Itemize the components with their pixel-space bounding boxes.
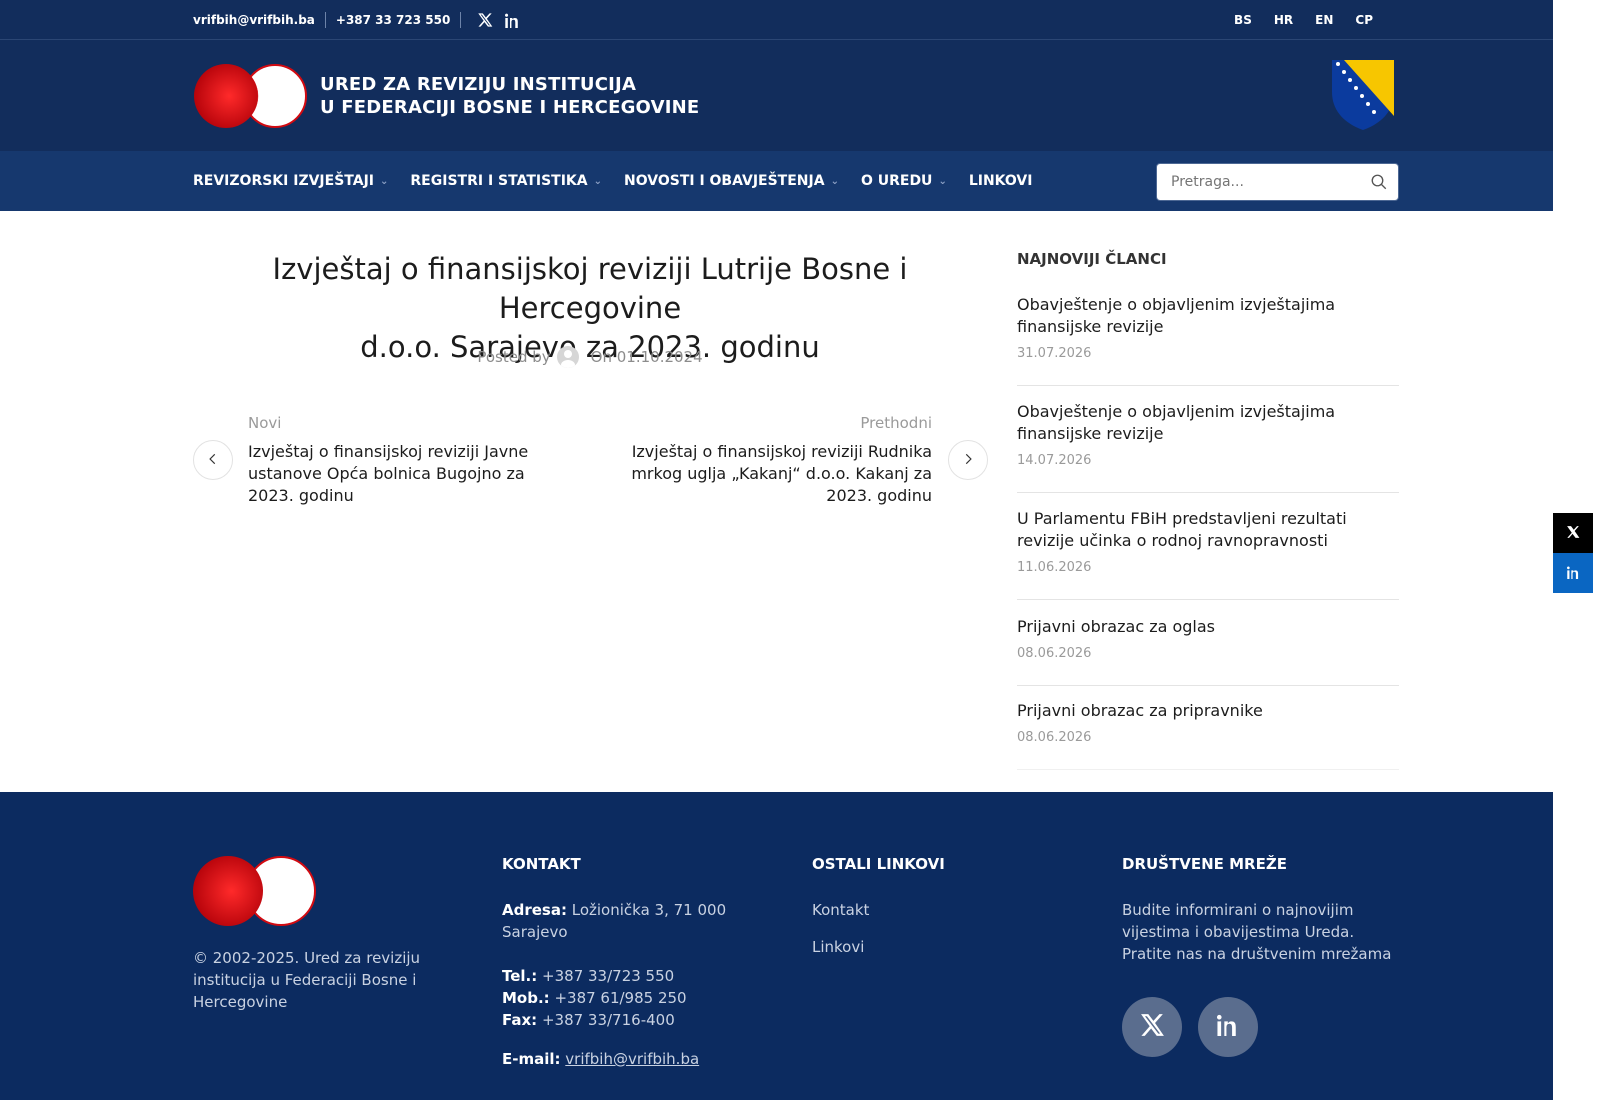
tel-label: Tel.: [502,967,538,985]
nav-label: REVIZORSKI IZVJEŠTAJI [193,173,375,189]
search-input[interactable] [1157,164,1357,200]
nav-item-o-uredu[interactable]: O UREDU ⌄ [861,173,947,189]
chevron-down-icon: ⌄ [380,175,389,187]
contact-address: Adresa: Ložionička 3, 71 000 Sarajevo [502,899,752,943]
topbar-social [477,12,520,28]
sidebar-article[interactable]: Prijavni obrazac za pripravnike 08.06.20… [1017,700,1399,770]
social-text: Budite informirani o najnovijim vijestim… [1122,901,1392,963]
lang-cp[interactable]: CP [1355,13,1373,27]
logo-icon[interactable] [193,63,309,129]
topbar-email-link[interactable]: vrifbih@vrifbih.ba [193,13,315,27]
sidebar-article[interactable]: U Parlamentu FBiH predstavljeni rezultat… [1017,508,1399,600]
nav-item-novosti-i-obavjestenja[interactable]: NOVOSTI I OBAVJEŠTENJA ⌄ [624,173,839,189]
copyright-text: © 2002-2025. Ured za reviziju institucij… [193,949,421,1011]
sidebar-article-title[interactable]: Prijavni obrazac za oglas [1017,616,1399,638]
chevron-left-icon [206,451,220,470]
article-title-line-1: Izvještaj o finansijskoj reviziji Lutrij… [272,252,908,325]
share-x-button[interactable] [1553,513,1593,553]
nav-items: REVIZORSKI IZVJEŠTAJI ⌄ REGISTRI I STATI… [193,151,1032,211]
nav-item-revizorski-izvjestaji[interactable]: REVIZORSKI IZVJEŠTAJI ⌄ [193,173,388,189]
sidebar-article-title[interactable]: Prijavni obrazac za pripravnike [1017,700,1399,722]
sidebar-article-date: 08.06.2026 [1017,646,1092,661]
posted-by-label: Posted by [477,348,551,366]
previous-post-button[interactable] [193,440,233,480]
sidebar-article-date: 31.07.2026 [1017,346,1092,361]
site-footer: © 2002-2025. Ured za reviziju institucij… [0,792,1553,1100]
sidebar-article-date: 08.06.2026 [1017,730,1092,745]
sidebar-article-title[interactable]: U Parlamentu FBiH predstavljeni rezultat… [1017,508,1399,552]
topbar-phone-link[interactable]: +387 33 723 550 [336,13,450,27]
chevron-right-icon [961,451,975,470]
lang-hr[interactable]: HR [1274,13,1293,27]
nav-label: REGISTRI I STATISTIKA [410,173,588,189]
sidebar-article-date: 14.07.2026 [1017,453,1092,468]
avatar [556,346,579,368]
post-date: On 01.10.2024 [590,348,703,366]
footer-link-kontakt[interactable]: Kontakt [812,899,869,921]
sidebar-article[interactable]: Obavještenje o objavljenim izvještajima … [1017,401,1399,493]
chevron-down-icon: ⌄ [830,175,839,187]
linkedin-icon[interactable] [505,13,520,28]
lang-en[interactable]: EN [1315,13,1333,27]
logo-text[interactable]: URED ZA REVIZIJU INSTITUCIJA U FEDERACIJ… [320,73,699,119]
site-header: URED ZA REVIZIJU INSTITUCIJA U FEDERACIJ… [0,40,1553,151]
top-bar: vrifbih@vrifbih.ba +387 33 723 550 BS HR… [0,0,1553,40]
x-icon [1139,1012,1165,1042]
share-linkedin-button[interactable] [1553,553,1593,593]
latest-articles-sidebar: NAJNOVIJI ČLANCI Obavještenje o objavlje… [1017,250,1399,770]
newer-post-label: Novi [248,414,282,432]
sidebar-article-date: 11.06.2026 [1017,560,1092,575]
contact-email: E-mail: vrifbih@vrifbih.ba [502,1048,752,1070]
contact-strip: vrifbih@vrifbih.ba +387 33 723 550 [193,0,520,40]
logo-line-1: URED ZA REVIZIJU INSTITUCIJA [320,74,637,95]
sidebar-article[interactable]: Obavještenje o objavljenim izvještajima … [1017,294,1399,386]
footer-linkedin-button[interactable] [1198,997,1258,1057]
footer-logo-icon[interactable] [193,855,317,927]
mob-label: Mob.: [502,989,550,1007]
coat-of-arms-icon [1332,60,1394,130]
article-meta: Posted by On 01.10.2024 [193,346,987,368]
nav-label: NOVOSTI I OBAVJEŠTENJA [624,173,825,189]
address-label: Adresa: [502,901,567,919]
search-box [1156,163,1399,201]
chevron-down-icon: ⌄ [938,175,947,187]
footer-x-button[interactable] [1122,997,1182,1057]
main-nav: REVIZORSKI IZVJEŠTAJI ⌄ REGISTRI I STATI… [0,151,1553,211]
fax-value: +387 33/716-400 [541,1011,675,1029]
footer-email-link[interactable]: vrifbih@vrifbih.ba [565,1050,699,1068]
divider [460,12,462,28]
footer-link-linkovi[interactable]: Linkovi [812,936,864,958]
search-icon[interactable] [1370,173,1388,195]
chevron-down-icon: ⌄ [593,175,602,187]
older-post-link[interactable]: Izvještaj o finansijskoj reviziji Rudnik… [610,441,932,507]
sidebar-heading: NAJNOVIJI ČLANCI [1017,250,1167,268]
tel-value[interactable]: +387 33/723 550 [542,967,674,985]
mob-value[interactable]: +387 61/985 250 [554,989,686,1007]
next-post-button[interactable] [948,440,988,480]
x-icon [1566,524,1580,543]
linkedin-icon [1217,1014,1239,1040]
nav-item-registri-i-statistika[interactable]: REGISTRI I STATISTIKA ⌄ [410,173,602,189]
fax-label: Fax: [502,1011,538,1029]
divider [324,12,326,28]
lang-bs[interactable]: BS [1234,13,1252,27]
footer-heading-drustvene-mreze: DRUŠTVENE MREŽE [1122,855,1287,873]
newer-post-link[interactable]: Izvještaj o finansijskoj reviziji Javne … [248,441,558,507]
contact-phones: Tel.: +387 33/723 550 Mob.: +387 61/985 … [502,965,752,1031]
x-icon[interactable] [477,12,493,28]
sidebar-article-title[interactable]: Obavještenje o objavljenim izvještajima … [1017,294,1399,338]
footer-heading-kontakt: KONTAKT [502,855,581,873]
nav-item-linkovi[interactable]: LINKOVI [969,173,1033,189]
sidebar-article[interactable]: Prijavni obrazac za oglas 08.06.2026 [1017,616,1399,686]
footer-heading-ostali-linkovi: OSTALI LINKOVI [812,855,945,873]
email-label: E-mail: [502,1050,561,1068]
nav-label: O UREDU [860,173,933,189]
language-switcher: BS HR EN CP [1234,0,1373,40]
older-post-label: Prethodni [860,414,932,432]
sidebar-article-title[interactable]: Obavještenje o objavljenim izvještajima … [1017,401,1399,445]
nav-label: LINKOVI [968,173,1033,189]
logo-line-2: U FEDERACIJI BOSNE I HERCEGOVINE [320,97,700,118]
linkedin-icon [1566,564,1580,583]
